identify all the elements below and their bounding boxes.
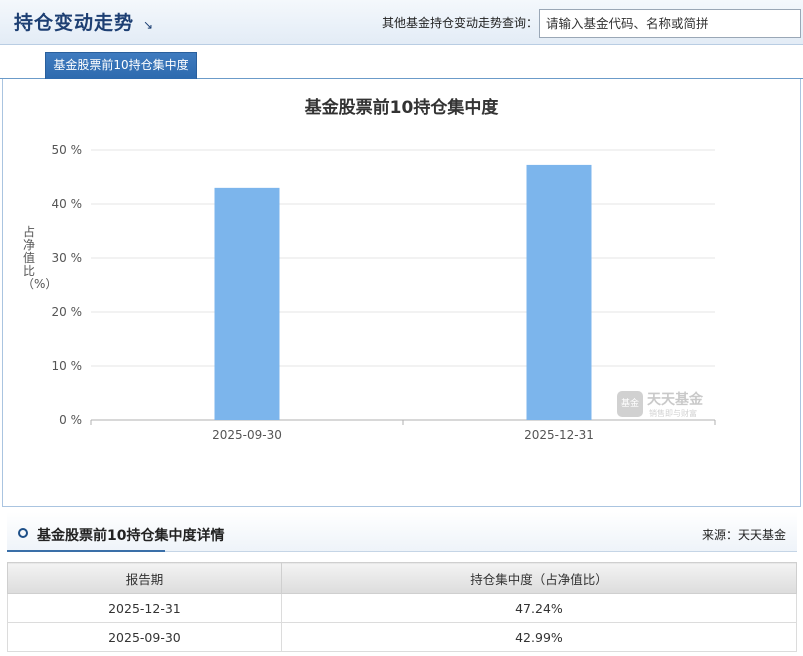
bar-chart: 0 % 10 % 20 % 30 % 40 % 50 % 2025-09-30 2025-12… (52, 143, 716, 442)
y-tick-label: 20 % (52, 305, 83, 319)
y-tick-label: 30 % (52, 251, 83, 265)
x-tick-label: 2025-12-31 (524, 428, 594, 442)
details-underline (7, 550, 165, 552)
table-header-row: 报告期 持仓集中度（占净值比） (7, 562, 798, 594)
column-header-period: 报告期 (7, 562, 282, 594)
table-row: 2025-12-31 47.24% (7, 593, 798, 623)
concentration-cell: 42.99% (280, 622, 798, 652)
source-text: 来源：天天基金 (701, 528, 786, 542)
period-cell: 2025-09-30 (7, 622, 282, 652)
y-tick-label: 0 % (59, 413, 82, 427)
fund-logo-icon: 基金 (617, 391, 643, 417)
y-tick-label: 40 % (52, 197, 83, 211)
watermark-logo: 基金 天天基金 销售即与财富 (617, 389, 719, 419)
y-tick-label: 50 % (52, 143, 83, 157)
period-cell: 2025-12-31 (7, 593, 282, 623)
circle-bullet-icon (18, 528, 28, 538)
table-row: 2025-09-30 42.99% (7, 622, 798, 652)
details-title: 基金股票前10持仓集中度详情 (37, 528, 225, 544)
concentration-cell: 47.24% (280, 593, 798, 623)
watermark-name: 天天基金 (647, 392, 703, 408)
watermark-slogan: 销售即与财富 (649, 409, 697, 418)
details-table: 报告期 持仓集中度（占净值比） 2025-12-31 47.24% 2025-0… (7, 562, 798, 652)
column-header-concentration: 持仓集中度（占净值比） (280, 562, 798, 594)
y-axis-label: 占净值比（%） (22, 225, 58, 291)
x-tick-label: 2025-09-30 (212, 428, 282, 442)
bar (526, 164, 592, 420)
bar (214, 187, 280, 420)
y-tick-label: 10 % (52, 359, 83, 373)
details-divider (165, 551, 797, 552)
